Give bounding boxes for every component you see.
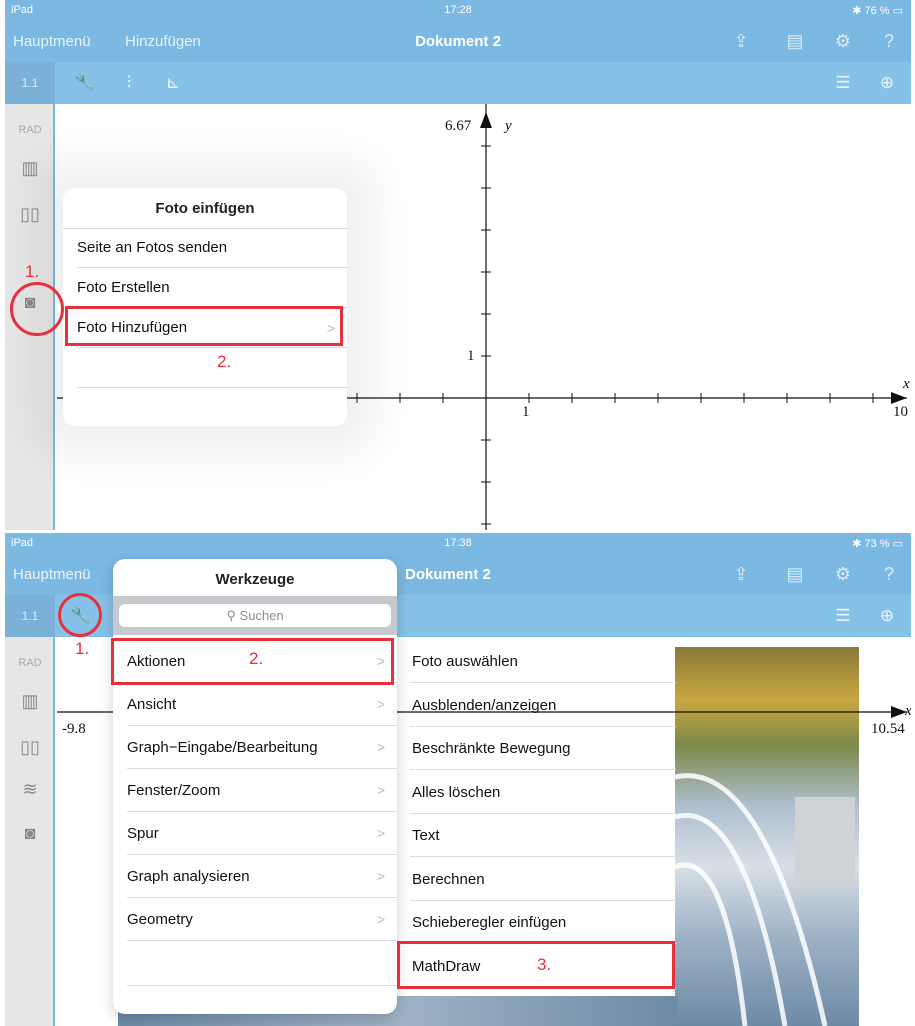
tools-menu-item[interactable]: Spur > [127, 812, 397, 855]
chevron-right-icon: > [376, 739, 385, 755]
document-title: Dokument 2 [405, 566, 491, 583]
chevron-right-icon: > [376, 696, 385, 712]
tools-menu-item[interactable]: Geometry > [127, 898, 397, 941]
chevron-right-icon: > [376, 782, 385, 798]
highlight-wrench-circle [58, 593, 102, 637]
clock: 17:38 [444, 537, 472, 549]
y-max-label: 6.67 [445, 118, 472, 134]
sliders-icon[interactable]: ⫶ [117, 72, 141, 94]
tools-popover: Werkzeuge ⚲ Suchen Aktionen > Ansicht > Grap… [113, 559, 397, 1014]
graph-icon[interactable]: ≋ [18, 777, 42, 801]
layout-icon[interactable]: ▥ [18, 156, 42, 180]
help-icon[interactable]: ? [877, 562, 901, 586]
annotation-step-2: 2. [249, 649, 264, 668]
menu-icon[interactable]: ☰ [831, 605, 855, 627]
add-page-icon[interactable]: ⊕ [875, 605, 899, 627]
x-axis-name: x [905, 703, 911, 720]
search-bar-bg: ⚲ Suchen [113, 596, 397, 635]
main-menu-button[interactable]: Hauptmenü [13, 566, 91, 583]
highlight-camera-circle [10, 282, 64, 336]
share-icon[interactable]: ⇪ [729, 29, 753, 53]
submenu-item[interactable]: Text [410, 814, 676, 857]
x-axis-arrow [891, 392, 907, 404]
camera-icon[interactable]: ◙ [18, 821, 42, 845]
battery-level: ✱ 73 % ▭ [852, 538, 903, 550]
book-icon[interactable]: ▯▯ [18, 202, 42, 226]
document-icon[interactable]: ▤ [783, 29, 807, 53]
search-icon: ⚲ [226, 608, 236, 623]
tools-menu-item-label: Fenster/Zoom [127, 782, 221, 799]
tools-menu-item-empty [127, 941, 397, 986]
highlight-mathdraw [397, 941, 675, 989]
annotation-step-3: 3. [537, 955, 552, 974]
tools-menu-item-label: Geometry [127, 911, 193, 928]
chevron-right-icon: > [376, 825, 385, 841]
document-title: Dokument 2 [415, 33, 501, 50]
page-tab[interactable]: 1.1 [5, 62, 55, 104]
x-axis-name: x [903, 376, 910, 392]
search-input[interactable]: ⚲ Suchen [119, 604, 391, 627]
x-tick-label: 1 [522, 404, 530, 420]
popover-title: Foto einfügen [155, 200, 255, 217]
battery-level: ✱ 76 % ▭ [852, 5, 903, 17]
add-page-icon[interactable]: ⊕ [875, 72, 899, 94]
status-bar: iPad 17:38 ✱ 73 % ▭ [5, 533, 911, 553]
top-nav-bar: Hauptmenü Hinzufügen Dokument 2 ⇪ ▤ ⚙ ? [5, 20, 911, 62]
popover-title: Werkzeuge [215, 571, 295, 588]
submenu-item[interactable]: Alles löschen [410, 771, 676, 814]
menu-item-send-to-photos[interactable]: Seite an Fotos senden [77, 228, 347, 268]
menu-item-take-photo[interactable]: Foto Erstellen [77, 268, 347, 308]
angle-mode: RAD [18, 657, 42, 669]
x-max-label: 10.54 [871, 721, 905, 737]
tools-menu-item-label: Graph−Eingabe/Bearbeitung [127, 739, 318, 756]
tools-menu-item-label: Graph analysieren [127, 868, 250, 885]
highlight-add-photo [65, 306, 343, 346]
wrench-icon[interactable]: 🔧 [73, 72, 97, 94]
tool-bar: 1.1 🔧 ⫶ ⊾ ☰ ⊕ [5, 62, 911, 104]
annotation-step-2: 2. [217, 352, 232, 371]
document-icon[interactable]: ▤ [783, 562, 807, 586]
y-axis-arrow [480, 112, 492, 128]
submenu-item[interactable]: Beschränkte Bewegung [410, 727, 676, 770]
submenu-item[interactable]: Schieberegler einfügen [410, 901, 676, 944]
tools-menu-item[interactable]: Fenster/Zoom > [127, 769, 397, 812]
gear-icon[interactable]: ⚙ [831, 29, 855, 53]
screenshot-foto-einfuegen: iPad 17:28 ✱ 76 % ▭ Hauptmenü Hinzufügen… [5, 0, 911, 530]
menu-icon[interactable]: ☰ [831, 72, 855, 94]
x-max-label: 10 [893, 404, 908, 420]
help-icon[interactable]: ? [877, 29, 901, 53]
status-bar: iPad 17:28 ✱ 76 % ▭ [5, 0, 911, 20]
y-axis-name: y [505, 118, 512, 134]
tools-menu-item[interactable]: Ansicht > [127, 683, 397, 726]
graph-tool-icon[interactable]: ⊾ [161, 72, 185, 94]
chevron-right-icon: > [376, 868, 385, 884]
submenu-item[interactable]: Berechnen [410, 858, 676, 901]
layout-icon[interactable]: ▥ [18, 689, 42, 713]
y-tick-label: 1 [467, 348, 475, 364]
page-tab[interactable]: 1.1 [5, 595, 55, 637]
annotation-step-1: 1. [25, 262, 40, 281]
x-min-label: -9.8 [62, 721, 86, 737]
tools-menu-item-label: Spur [127, 825, 159, 842]
gear-icon[interactable]: ⚙ [831, 562, 855, 586]
annotation-step-1: 1. [75, 639, 90, 658]
tools-menu-item[interactable]: Graph analysieren > [127, 855, 397, 898]
screenshot-werkzeuge: iPad 17:38 ✱ 73 % ▭ Hauptmenü Dokument 2… [5, 533, 911, 1026]
tools-menu-item[interactable]: Graph−Eingabe/Bearbeitung > [127, 726, 397, 769]
share-icon[interactable]: ⇪ [729, 562, 753, 586]
submenu-item[interactable]: Ausblenden/anzeigen [410, 684, 676, 727]
clock: 17:28 [444, 4, 472, 16]
left-sidebar: RAD ▥ ▯▯ ≋ ◙ [5, 637, 55, 1026]
chevron-right-icon: > [376, 911, 385, 927]
menu-item-empty [77, 348, 347, 388]
angle-mode: RAD [18, 124, 42, 136]
book-icon[interactable]: ▯▯ [18, 735, 42, 759]
tools-menu-item-label: Ansicht [127, 696, 177, 713]
submenu-item[interactable]: Foto auswählen [410, 640, 676, 683]
